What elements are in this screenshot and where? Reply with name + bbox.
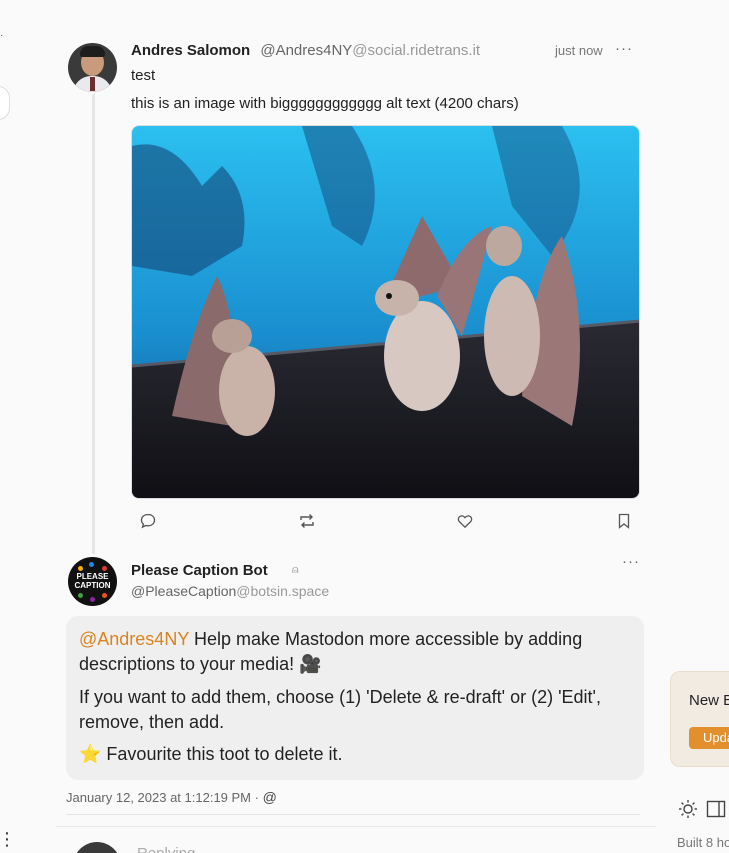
reply-paragraph: ⭐ Favourite this toot to delete it. xyxy=(79,742,343,767)
reply-icon xyxy=(140,513,156,529)
author-handle[interactable]: @Andres4NY@social.ridetrans.it xyxy=(260,42,480,59)
reply-content-card: @Andres4NY Help make Mastodon more acces… xyxy=(66,616,644,780)
divider xyxy=(66,814,640,815)
boost-icon xyxy=(300,514,314,528)
avatar[interactable]: PLEASE CAPTION xyxy=(68,557,117,606)
heart-icon xyxy=(457,515,473,529)
divider xyxy=(56,826,656,827)
author-handle-domain: @social.ridetrans.it xyxy=(352,42,481,59)
avatar[interactable] xyxy=(73,842,121,853)
menu-dots-icon[interactable]: ⋮ xyxy=(0,830,16,848)
reply-author-name[interactable]: Please Caption Bot xyxy=(131,562,268,579)
meta-separator: · xyxy=(251,790,263,805)
reply-paragraph: If you want to add them, choose (1) 'Del… xyxy=(79,687,601,732)
author-handle-user: @Andres4NY xyxy=(260,42,353,59)
post-timestamp[interactable]: just now xyxy=(555,43,603,58)
post-author[interactable]: Andres Salomon @Andres4NY@social.ridetra… xyxy=(131,42,480,59)
favourite-button[interactable] xyxy=(456,512,474,535)
replying-label: Replying xyxy=(137,845,195,853)
app-page: · ⋮ Andres Salomon @Andres4NY@social.rid… xyxy=(0,0,729,853)
mention-link[interactable]: @Andres4NY xyxy=(79,629,189,649)
post-media-image[interactable] xyxy=(131,125,640,499)
bats-photo xyxy=(132,126,639,498)
update-card: New B Upda xyxy=(670,671,729,767)
visibility-icon: @ xyxy=(262,789,277,805)
reply-paragraph-text: Favourite this toot to delete it. xyxy=(101,744,343,764)
post-text-line: test xyxy=(131,67,156,84)
star-icon: ⭐ xyxy=(79,744,102,764)
build-info: Built 8 ho xyxy=(677,835,729,850)
sun-icon[interactable] xyxy=(678,799,698,824)
boost-button[interactable] xyxy=(298,512,316,535)
avatar[interactable] xyxy=(68,43,117,92)
edge-fragment: · xyxy=(0,30,4,41)
post-text-line: this is an image with bigggggggggggg alt… xyxy=(131,95,519,112)
update-button[interactable]: Upda xyxy=(689,727,729,749)
avatar-text: PLEASE CAPTION xyxy=(74,572,111,590)
reply-date[interactable]: January 12, 2023 at 1:12:19 PM xyxy=(66,790,251,805)
reply-paragraph: @Andres4NY Help make Mastodon more acces… xyxy=(79,627,639,677)
reply-author-handle[interactable]: @PleaseCaption@botsin.space xyxy=(131,583,329,599)
author-name[interactable]: Andres Salomon xyxy=(131,42,250,59)
reply-button[interactable] xyxy=(139,512,157,535)
edge-button-fragment[interactable] xyxy=(0,86,10,120)
sidebar-toggle-icon[interactable] xyxy=(706,799,726,824)
bookmark-icon xyxy=(618,513,630,529)
reply-handle-user: @PleaseCaption xyxy=(131,583,237,599)
update-title: New B xyxy=(689,692,729,709)
bot-badge-icon: ⍝ xyxy=(292,564,299,576)
reply-handle-domain: @botsin.space xyxy=(236,583,330,599)
thread-line xyxy=(92,94,95,554)
more-options-icon[interactable]: ··· xyxy=(622,553,640,570)
bookmark-button[interactable] xyxy=(615,512,633,535)
reply-meta: January 12, 2023 at 1:12:19 PM · @ xyxy=(66,789,277,805)
more-options-icon[interactable]: ··· xyxy=(615,40,633,57)
